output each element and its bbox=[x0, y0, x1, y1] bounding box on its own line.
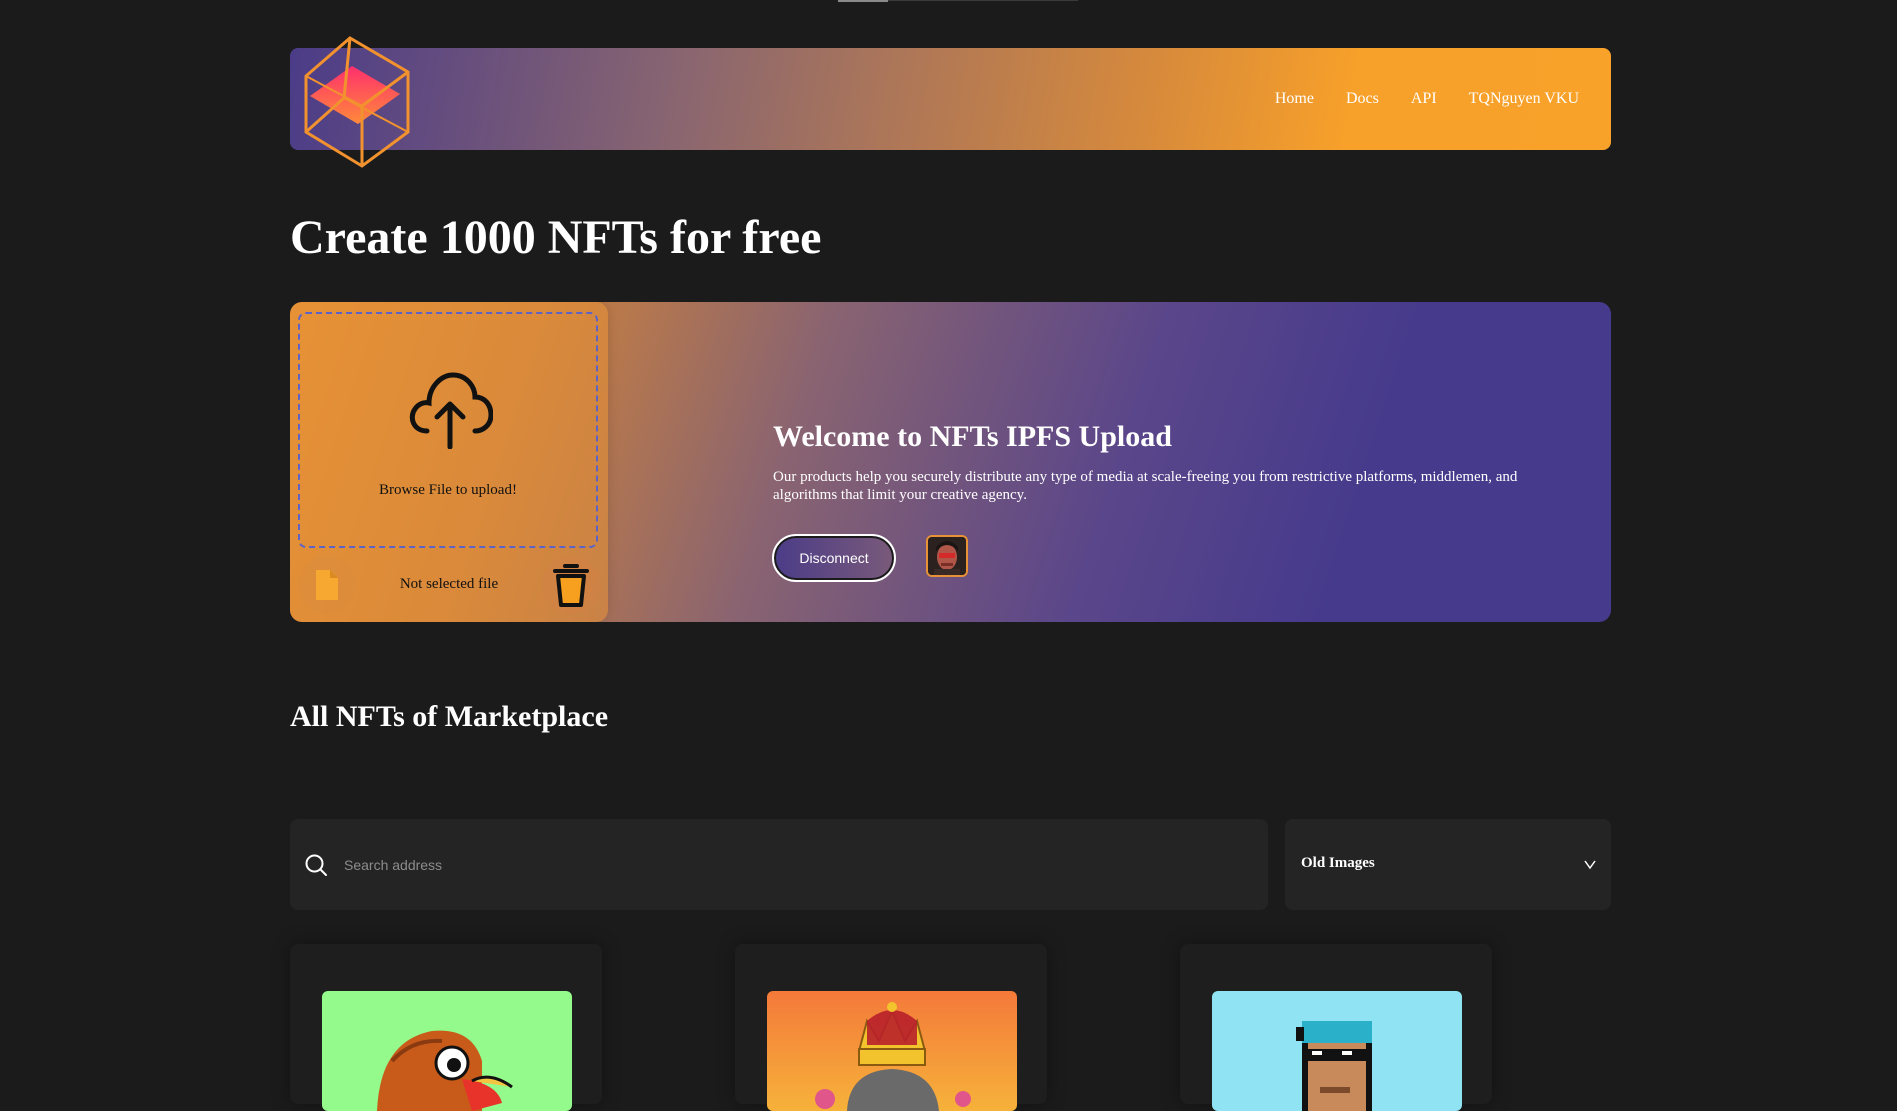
search-icon bbox=[305, 854, 327, 876]
trash-icon bbox=[553, 564, 589, 607]
nft-image bbox=[767, 991, 1017, 1111]
delete-file-button[interactable] bbox=[542, 556, 600, 614]
file-row: Not selected file bbox=[290, 554, 608, 618]
chevron-down-icon bbox=[1584, 860, 1596, 870]
search-bar bbox=[290, 819, 1268, 910]
disconnect-button[interactable]: Disconnect bbox=[772, 534, 896, 582]
nft-pixel-punk-image bbox=[1212, 991, 1462, 1111]
sort-selected-value: Old Images bbox=[1301, 855, 1375, 871]
nft-card[interactable] bbox=[735, 944, 1047, 1111]
hero-panel: Browse File to upload! Not selected file… bbox=[290, 302, 1611, 622]
upload-dropzone[interactable]: Browse File to upload! bbox=[298, 312, 598, 548]
nft-king-image bbox=[767, 991, 1017, 1111]
sort-select[interactable]: Old Images bbox=[1285, 819, 1611, 910]
nav-docs[interactable]: Docs bbox=[1346, 90, 1379, 108]
nav-account[interactable]: TQNguyen VKU bbox=[1469, 90, 1579, 108]
browse-file-label: Browse File to upload! bbox=[379, 482, 517, 498]
welcome-description: Our products help you securely distribut… bbox=[773, 469, 1518, 503]
avatar[interactable] bbox=[926, 535, 968, 577]
nav-home[interactable]: Home bbox=[1275, 90, 1314, 108]
page-title: Create 1000 NFTs for free bbox=[290, 211, 822, 264]
marketplace-title: All NFTs of Marketplace bbox=[290, 700, 609, 733]
top-scroll-track bbox=[888, 0, 1078, 1]
search-input[interactable] bbox=[342, 847, 1246, 883]
nft-parrot-image bbox=[322, 991, 572, 1111]
nft-image bbox=[1212, 991, 1462, 1111]
nft-card[interactable] bbox=[1180, 944, 1492, 1111]
top-scroll-indicator bbox=[838, 0, 888, 2]
upload-card: Browse File to upload! Not selected file bbox=[290, 302, 608, 622]
header-bar: Home Docs API TQNguyen VKU bbox=[290, 48, 1611, 150]
nav-api[interactable]: API bbox=[1411, 90, 1437, 108]
nft-image bbox=[322, 991, 572, 1111]
avatar-image bbox=[928, 537, 966, 575]
upload-cloud-icon bbox=[409, 372, 493, 449]
main-nav: Home Docs API TQNguyen VKU bbox=[1275, 48, 1579, 150]
welcome-title: Welcome to NFTs IPFS Upload bbox=[773, 420, 1172, 453]
logo-cube-icon[interactable] bbox=[300, 36, 416, 168]
nft-card[interactable] bbox=[290, 944, 602, 1111]
